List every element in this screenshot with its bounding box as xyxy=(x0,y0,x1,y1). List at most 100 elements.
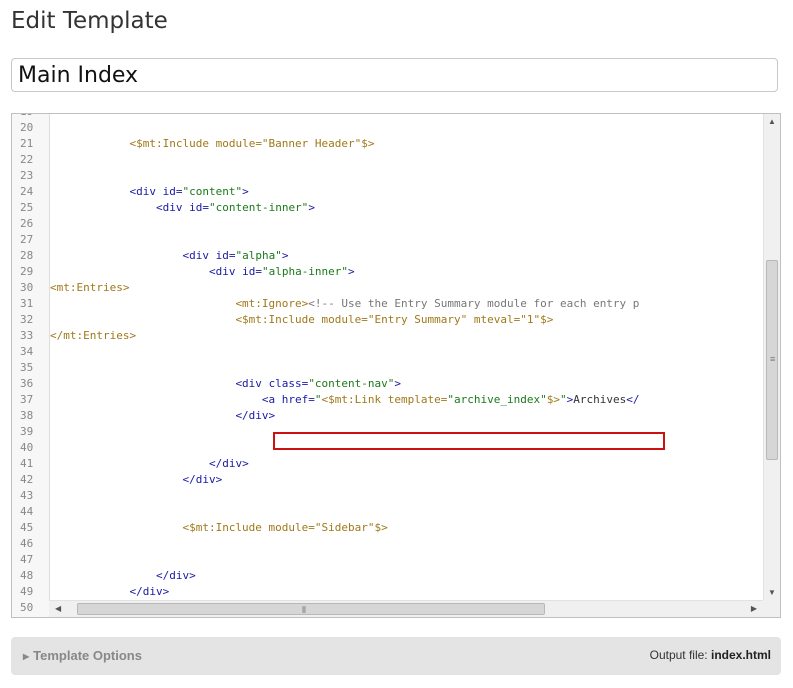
template-options-toggle[interactable]: ▶ Template Options xyxy=(23,648,142,663)
code-line[interactable]: 34 xyxy=(12,344,763,360)
code-line[interactable]: 30 <mt:Entries> xyxy=(12,280,763,296)
code-line[interactable]: 37 <a href="<$mt:Link template="archive_… xyxy=(12,392,763,408)
code-token: "alpha" xyxy=(235,249,282,262)
code-line[interactable]: 36 <div class="content-nav"> xyxy=(12,376,763,392)
line-number: 23 xyxy=(20,169,34,182)
code-line[interactable]: 21 <$mt:Include module="Banner Header"$> xyxy=(12,136,763,152)
code-line[interactable]: 47 xyxy=(12,552,763,568)
line-number: 31 xyxy=(20,297,34,310)
code-editor[interactable]: 1920 21 <$mt:Include module="Banner Heade… xyxy=(11,113,781,618)
code-token: <div xyxy=(235,377,269,390)
code-text[interactable]: </div> xyxy=(50,408,275,424)
triangle-right-icon: ▶ xyxy=(23,652,30,661)
code-line[interactable]: 41 </div> xyxy=(12,456,763,472)
code-line[interactable]: 24 <div id="content"> xyxy=(12,184,763,200)
line-number: 38 xyxy=(20,409,34,422)
code-line[interactable]: 43 xyxy=(12,488,763,504)
code-text[interactable]: </div> xyxy=(50,568,196,584)
horizontal-scroll-thumb[interactable]: ⦀ xyxy=(77,603,545,615)
scroll-left-arrow-icon[interactable]: ◀ xyxy=(55,603,61,615)
scroll-right-arrow-icon[interactable]: ▶ xyxy=(751,603,757,615)
code-line[interactable]: 19 xyxy=(12,114,763,120)
line-number: 32 xyxy=(20,313,34,326)
code-text[interactable]: </div> xyxy=(50,472,222,488)
code-line[interactable]: 20 xyxy=(12,120,763,136)
template-name-input[interactable] xyxy=(11,58,778,92)
code-text[interactable]: <$mt:Include module="Banner Header"$> xyxy=(50,136,374,152)
code-line[interactable]: 45 <$mt:Include module="Sidebar"$> xyxy=(12,520,763,536)
code-text[interactable]: <div id="alpha"> xyxy=(50,248,288,264)
code-line[interactable]: 46 xyxy=(12,536,763,552)
line-number: 46 xyxy=(20,537,34,550)
code-token: id= xyxy=(215,249,236,262)
code-text[interactable]: <div class="content-nav"> xyxy=(50,376,401,392)
code-token: </ xyxy=(626,393,640,406)
horizontal-scrollbar[interactable]: ◀ ⦀ ▶ xyxy=(49,600,763,617)
vertical-scroll-thumb[interactable]: ≡ xyxy=(766,260,778,460)
code-line[interactable]: 27 xyxy=(12,232,763,248)
code-line[interactable]: 42 </div> xyxy=(12,472,763,488)
code-text[interactable]: <div id="content-inner"> xyxy=(50,200,315,216)
code-line[interactable]: 22 xyxy=(12,152,763,168)
code-text[interactable]: </div> xyxy=(50,456,249,472)
line-number: 29 xyxy=(20,265,34,278)
code-line[interactable]: 26 xyxy=(12,216,763,232)
code-token: <!-- Use the Entry Summary module for ea… xyxy=(308,297,640,310)
grip-icon: ⦀ xyxy=(302,605,306,615)
code-token: > xyxy=(281,249,289,262)
code-line[interactable]: 31 <mt:Ignore><!-- Use the Entry Summary… xyxy=(12,296,763,312)
code-line[interactable]: 48 </div> xyxy=(12,568,763,584)
template-options-bar: ▶ Template Options Output file: index.htm… xyxy=(11,637,781,675)
code-token: " xyxy=(314,393,322,406)
code-line[interactable]: 33 </mt:Entries> xyxy=(12,328,763,344)
code-token: <div xyxy=(182,249,216,262)
code-text[interactable]: <mt:Entries> xyxy=(50,280,129,296)
line-number: 21 xyxy=(20,137,34,150)
line-number: 47 xyxy=(20,553,34,566)
code-line[interactable]: 44 xyxy=(12,504,763,520)
line-number: 35 xyxy=(20,361,34,374)
output-file-name: index.html xyxy=(710,648,771,662)
line-number: 40 xyxy=(20,441,34,454)
code-line[interactable]: 32 <$mt:Include module="Entry Summary" m… xyxy=(12,312,763,328)
code-line[interactable]: 35 xyxy=(12,360,763,376)
vertical-scrollbar[interactable]: ▲ ≡ ▼ xyxy=(763,114,780,601)
code-line[interactable]: 25 <div id="content-inner"> xyxy=(12,200,763,216)
code-token: "content-inner" xyxy=(208,201,309,214)
scroll-up-arrow-icon[interactable]: ▲ xyxy=(768,116,776,128)
code-text[interactable]: <$mt:Include module="Entry Summary" mtev… xyxy=(50,312,553,328)
code-text[interactable]: <$mt:Include module="Sidebar"$> xyxy=(50,520,387,536)
code-line[interactable]: 28 <div id="alpha"> xyxy=(12,248,763,264)
code-text[interactable]: <div id="alpha-inner"> xyxy=(50,264,355,280)
code-text[interactable]: </div> xyxy=(50,584,169,600)
code-token: "alpha-inner" xyxy=(261,265,349,278)
code-line[interactable]: 38 </div> xyxy=(12,408,763,424)
code-line[interactable]: 49 </div> xyxy=(12,584,763,600)
template-options-label: Template Options xyxy=(33,648,142,663)
code-text[interactable]: <mt:Ignore><!-- Use the Entry Summary mo… xyxy=(50,296,639,312)
grip-icon: ≡ xyxy=(770,354,776,364)
code-token: </div> xyxy=(208,457,249,470)
code-text[interactable]: <a href="<$mt:Link template="archive_ind… xyxy=(50,392,640,408)
code-token: <div xyxy=(129,185,163,198)
code-token: </mt:Entries> xyxy=(50,329,137,342)
code-text[interactable]: <div id="content"> xyxy=(50,184,248,200)
code-text[interactable]: </mt:Entries> xyxy=(50,328,136,344)
code-token: class= xyxy=(268,377,309,390)
code-line[interactable]: 29 <div id="alpha-inner"> xyxy=(12,264,763,280)
code-lines[interactable]: 1920 21 <$mt:Include module="Banner Heade… xyxy=(12,114,763,616)
scrollbar-corner xyxy=(763,600,780,617)
code-line[interactable]: 23 xyxy=(12,168,763,184)
line-number: 37 xyxy=(20,393,34,406)
scroll-down-arrow-icon[interactable]: ▼ xyxy=(768,587,776,599)
code-token: href= xyxy=(281,393,315,406)
